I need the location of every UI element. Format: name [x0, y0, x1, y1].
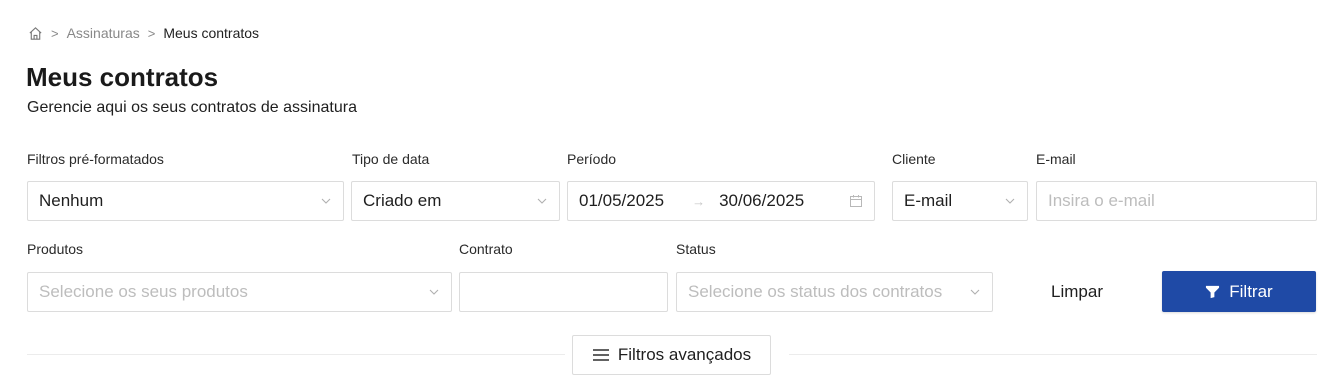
- chevron-down-icon: [536, 195, 548, 207]
- date-type-select[interactable]: Criado em: [351, 181, 560, 221]
- preset-filter-value: Nenhum: [39, 191, 104, 210]
- chevron-down-icon: [1004, 195, 1016, 207]
- breadcrumb-item-current: Meus contratos: [163, 25, 260, 41]
- chevron-down-icon: [428, 286, 440, 298]
- funnel-icon: [1205, 284, 1220, 299]
- chevron-down-icon: [320, 195, 332, 207]
- period-range-picker[interactable]: 01/05/2025 → 30/06/2025: [567, 181, 875, 221]
- filter-button[interactable]: Filtrar: [1162, 271, 1316, 312]
- email-label: E-mail: [1036, 151, 1076, 167]
- products-label: Produtos: [27, 241, 84, 257]
- email-input[interactable]: [1048, 191, 1305, 211]
- products-placeholder: Selecione os seus produtos: [39, 282, 248, 301]
- divider-left: [27, 354, 565, 355]
- period-label: Período: [567, 151, 617, 167]
- clear-button[interactable]: Limpar: [1030, 272, 1124, 312]
- status-placeholder: Selecione os status dos contratos: [688, 282, 943, 301]
- home-icon[interactable]: [27, 25, 43, 41]
- breadcrumb: > Assinaturas > Meus contratos: [27, 24, 259, 42]
- period-end-date[interactable]: 30/06/2025: [719, 191, 804, 211]
- chevron-down-icon: [969, 286, 981, 298]
- client-value: E-mail: [904, 191, 953, 210]
- breadcrumb-item-assinaturas[interactable]: Assinaturas: [67, 25, 140, 41]
- preset-filter-label: Filtros pré-formatados: [27, 151, 164, 167]
- products-select[interactable]: Selecione os seus produtos: [27, 272, 452, 312]
- status-select[interactable]: Selecione os status dos contratos: [676, 272, 993, 312]
- date-type-value: Criado em: [363, 191, 442, 210]
- client-select[interactable]: E-mail: [892, 181, 1028, 221]
- advanced-filters-button[interactable]: Filtros avançados: [572, 335, 771, 375]
- divider-right: [789, 354, 1317, 355]
- contract-input[interactable]: [471, 282, 656, 302]
- email-field[interactable]: [1036, 181, 1317, 221]
- client-label: Cliente: [892, 151, 936, 167]
- filter-button-label: Filtrar: [1229, 281, 1273, 301]
- breadcrumb-separator: >: [147, 25, 156, 41]
- date-type-label: Tipo de data: [352, 151, 430, 167]
- period-start-date[interactable]: 01/05/2025: [579, 191, 664, 211]
- page-subtitle: Gerencie aqui os seus contratos de assin…: [27, 99, 357, 116]
- contract-label: Contrato: [459, 241, 513, 257]
- menu-icon: [592, 348, 610, 362]
- status-label: Status: [676, 241, 716, 257]
- contract-field[interactable]: [459, 272, 668, 312]
- calendar-icon: [849, 194, 863, 208]
- arrow-right-icon: →: [692, 193, 706, 209]
- preset-filter-select[interactable]: Nenhum: [27, 181, 344, 221]
- page-title: Meus contratos: [26, 62, 219, 92]
- breadcrumb-separator: >: [51, 25, 59, 41]
- advanced-filters-label: Filtros avançados: [617, 345, 752, 364]
